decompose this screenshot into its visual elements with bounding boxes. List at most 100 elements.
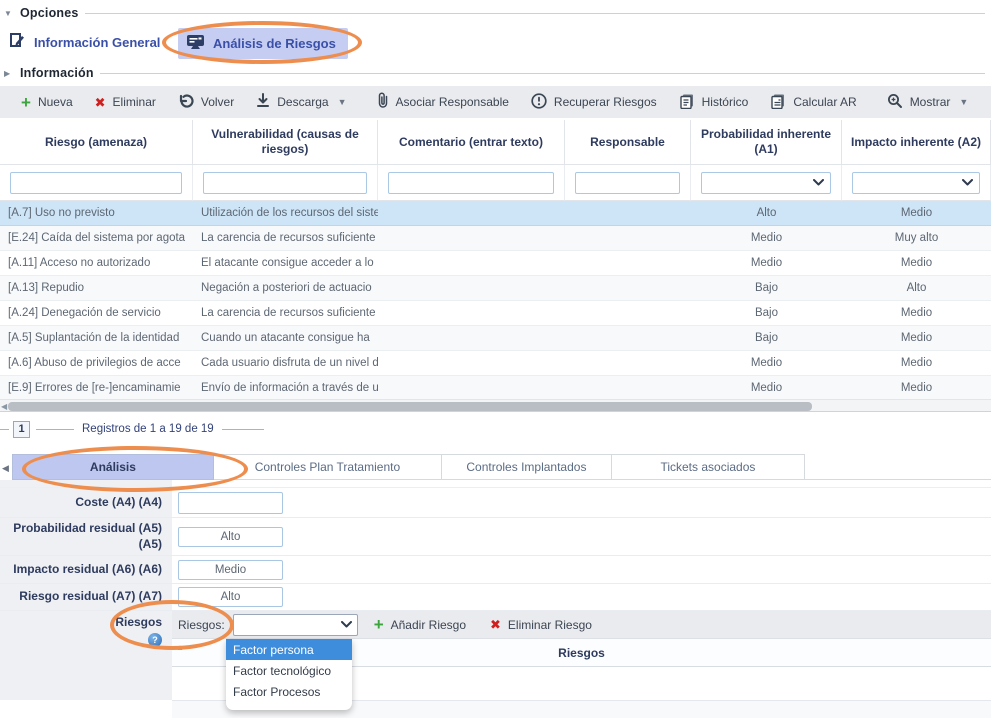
scroll-left-icon[interactable]: ◀	[1, 402, 7, 411]
volver-label: Volver	[201, 95, 234, 109]
page-number-button[interactable]: 1	[13, 421, 30, 438]
eliminar-button[interactable]: ✖ Eliminar	[84, 86, 167, 118]
table-row[interactable]: [A.13] Repudio Negación a posteriori de …	[0, 276, 991, 301]
riesgos-select[interactable]	[233, 614, 358, 636]
nueva-button[interactable]: + Nueva	[10, 86, 84, 118]
mostrar-button[interactable]: Mostrar ▼	[876, 86, 980, 118]
mostrar-label: Mostrar	[910, 95, 951, 109]
divider	[0, 429, 9, 430]
tab-informacion-general[interactable]: Información General	[8, 32, 160, 53]
table-row[interactable]: [A.7] Uso no previsto Utilización de los…	[0, 201, 991, 226]
exclamation-circle-icon	[531, 93, 547, 112]
volver-button[interactable]: Volver	[167, 86, 245, 118]
table-row[interactable]: [E.24] Caída del sistema por agota La ca…	[0, 226, 991, 251]
cell-comentario	[378, 276, 565, 301]
cell-probabilidad: Bajo	[691, 326, 842, 351]
cell-responsable	[565, 251, 691, 276]
anadir-riesgo-button[interactable]: + Añadir Riesgo	[366, 616, 474, 633]
riesgos-label-cell: Riesgos ?	[0, 611, 172, 700]
scrollbar-thumb[interactable]	[8, 402, 812, 411]
column-header[interactable]: Probabilidad inherente (A1)	[691, 120, 842, 165]
riesgos-table-title: Riesgos	[558, 646, 605, 660]
recuperar-riesgos-button[interactable]: Recuperar Riesgos	[520, 86, 668, 118]
tab-analisis[interactable]: Análisis	[12, 454, 214, 480]
filter-impacto-select[interactable]	[852, 172, 980, 194]
coste-label: Coste (A4) (A4)	[0, 488, 172, 517]
cell-comentario	[378, 301, 565, 326]
historico-button[interactable]: Histórico	[668, 86, 760, 118]
filter-vulnerabilidad-input[interactable]	[203, 172, 367, 194]
impacto-residual-value: Medio	[178, 560, 283, 580]
grid-header-row: Riesgo (amenaza) Vulnerabilidad (causas …	[0, 120, 991, 165]
riesgo-residual-label: Riesgo residual (A7) (A7)	[0, 584, 172, 610]
ver-button[interactable]: Ver ▼	[979, 86, 991, 118]
calcular-ar-button[interactable]: Calcular AR	[759, 86, 867, 118]
informacion-label: Información	[20, 66, 94, 80]
tab-scroll-left-icon[interactable]: ◀	[2, 463, 9, 474]
cell-responsable	[565, 276, 691, 301]
cell-responsable	[565, 226, 691, 251]
chevron-down-icon: ▼	[338, 97, 347, 107]
cell-vulnerabilidad: Cuando un atacante consigue ha	[193, 326, 378, 351]
cell-responsable	[565, 376, 691, 401]
coste-input[interactable]	[178, 492, 283, 514]
cell-responsable	[565, 351, 691, 376]
tab-controles-plan-tratamiento[interactable]: Controles Plan Tratamiento	[214, 454, 442, 480]
table-row[interactable]: [A.24] Denegación de servicio La carenci…	[0, 301, 991, 326]
opciones-label: Opciones	[20, 6, 79, 20]
dropdown-option-factor-procesos[interactable]: Factor Procesos	[226, 681, 352, 702]
nueva-label: Nueva	[38, 95, 73, 109]
chevron-down-icon: ▼	[959, 97, 968, 107]
riesgos-row: Riesgos ? Riesgos: + Añadir Riesgo ✖ Eli…	[0, 611, 991, 718]
filter-riesgo-input[interactable]	[10, 172, 182, 194]
table-row[interactable]: [A.6] Abuso de privilegios de acce Cada …	[0, 351, 991, 376]
column-header[interactable]: Comentario (entrar texto)	[378, 120, 565, 165]
cell-probabilidad: Bajo	[691, 301, 842, 326]
filter-comentario-input[interactable]	[388, 172, 554, 194]
eliminar-riesgo-button[interactable]: ✖ Eliminar Riesgo	[482, 618, 600, 632]
tab-controles-implantados[interactable]: Controles Implantados	[442, 454, 612, 480]
cell-vulnerabilidad: Utilización de los recursos del siste	[193, 201, 378, 226]
cell-riesgo: [E.24] Caída del sistema por agota	[0, 226, 193, 251]
help-icon[interactable]: ?	[148, 633, 162, 647]
column-header[interactable]: Responsable	[565, 120, 691, 165]
column-header[interactable]: Impacto inherente (A2)	[842, 120, 991, 165]
collapse-down-icon[interactable]: ▼	[4, 9, 14, 18]
descarga-label: Descarga	[277, 95, 328, 109]
cell-responsable	[565, 201, 691, 226]
sort-ascending-icon: ▲	[176, 643, 184, 652]
cell-vulnerabilidad: Cada usuario disfruta de un nivel d	[193, 351, 378, 376]
tab-analisis-de-riesgos[interactable]: Análisis de Riesgos	[178, 28, 348, 59]
probabilidad-residual-label: Probabilidad residual (A5) (A5)	[0, 518, 172, 555]
detail-tab-bar: ◀ Análisis Controles Plan Tratamiento Co…	[0, 454, 991, 480]
tab-tickets-asociados[interactable]: Tickets asociados	[612, 454, 805, 480]
anadir-riesgo-label: Añadir Riesgo	[391, 618, 466, 632]
document-pen-icon	[8, 32, 26, 53]
collapse-right-icon[interactable]: ▶	[4, 69, 14, 78]
pagination-bar: 1 Registros de 1 a 19 de 19	[0, 418, 991, 440]
horizontal-scrollbar[interactable]: ◀	[0, 399, 991, 412]
riesgo-residual-value: Alto	[178, 587, 283, 607]
divider	[100, 73, 985, 74]
x-icon: ✖	[490, 618, 501, 631]
filter-probabilidad-select[interactable]	[701, 172, 831, 194]
cell-impacto: Medio	[842, 326, 991, 351]
cell-riesgo: [A.6] Abuso de privilegios de acce	[0, 351, 193, 376]
descarga-button[interactable]: Descarga ▼	[245, 86, 357, 118]
cell-riesgo: [A.24] Denegación de servicio	[0, 301, 193, 326]
cell-impacto: Medio	[842, 301, 991, 326]
grid-filter-row	[0, 165, 991, 201]
probabilidad-residual-value: Alto	[178, 527, 283, 547]
dropdown-option-factor-persona[interactable]: Factor persona	[226, 639, 352, 660]
table-row[interactable]: [A.5] Suplantación de la identidad Cuand…	[0, 326, 991, 351]
probabilidad-residual-row: Probabilidad residual (A5) (A5) Alto	[0, 518, 991, 556]
filter-responsable-input[interactable]	[575, 172, 680, 194]
records-summary: Registros de 1 a 19 de 19	[82, 423, 214, 435]
column-header[interactable]: Riesgo (amenaza)	[0, 120, 193, 165]
riesgos-toolbar: Riesgos: + Añadir Riesgo ✖ Eliminar Ries…	[172, 611, 991, 639]
table-row[interactable]: [E.9] Errores de [re-]encaminamie Envío …	[0, 376, 991, 401]
asociar-responsable-button[interactable]: Asociar Responsable	[366, 86, 520, 118]
dropdown-option-factor-tecnologico[interactable]: Factor tecnológico	[226, 660, 352, 681]
table-row[interactable]: [A.11] Acceso no autorizado El atacante …	[0, 251, 991, 276]
column-header[interactable]: Vulnerabilidad (causas de riesgos)	[193, 120, 378, 165]
